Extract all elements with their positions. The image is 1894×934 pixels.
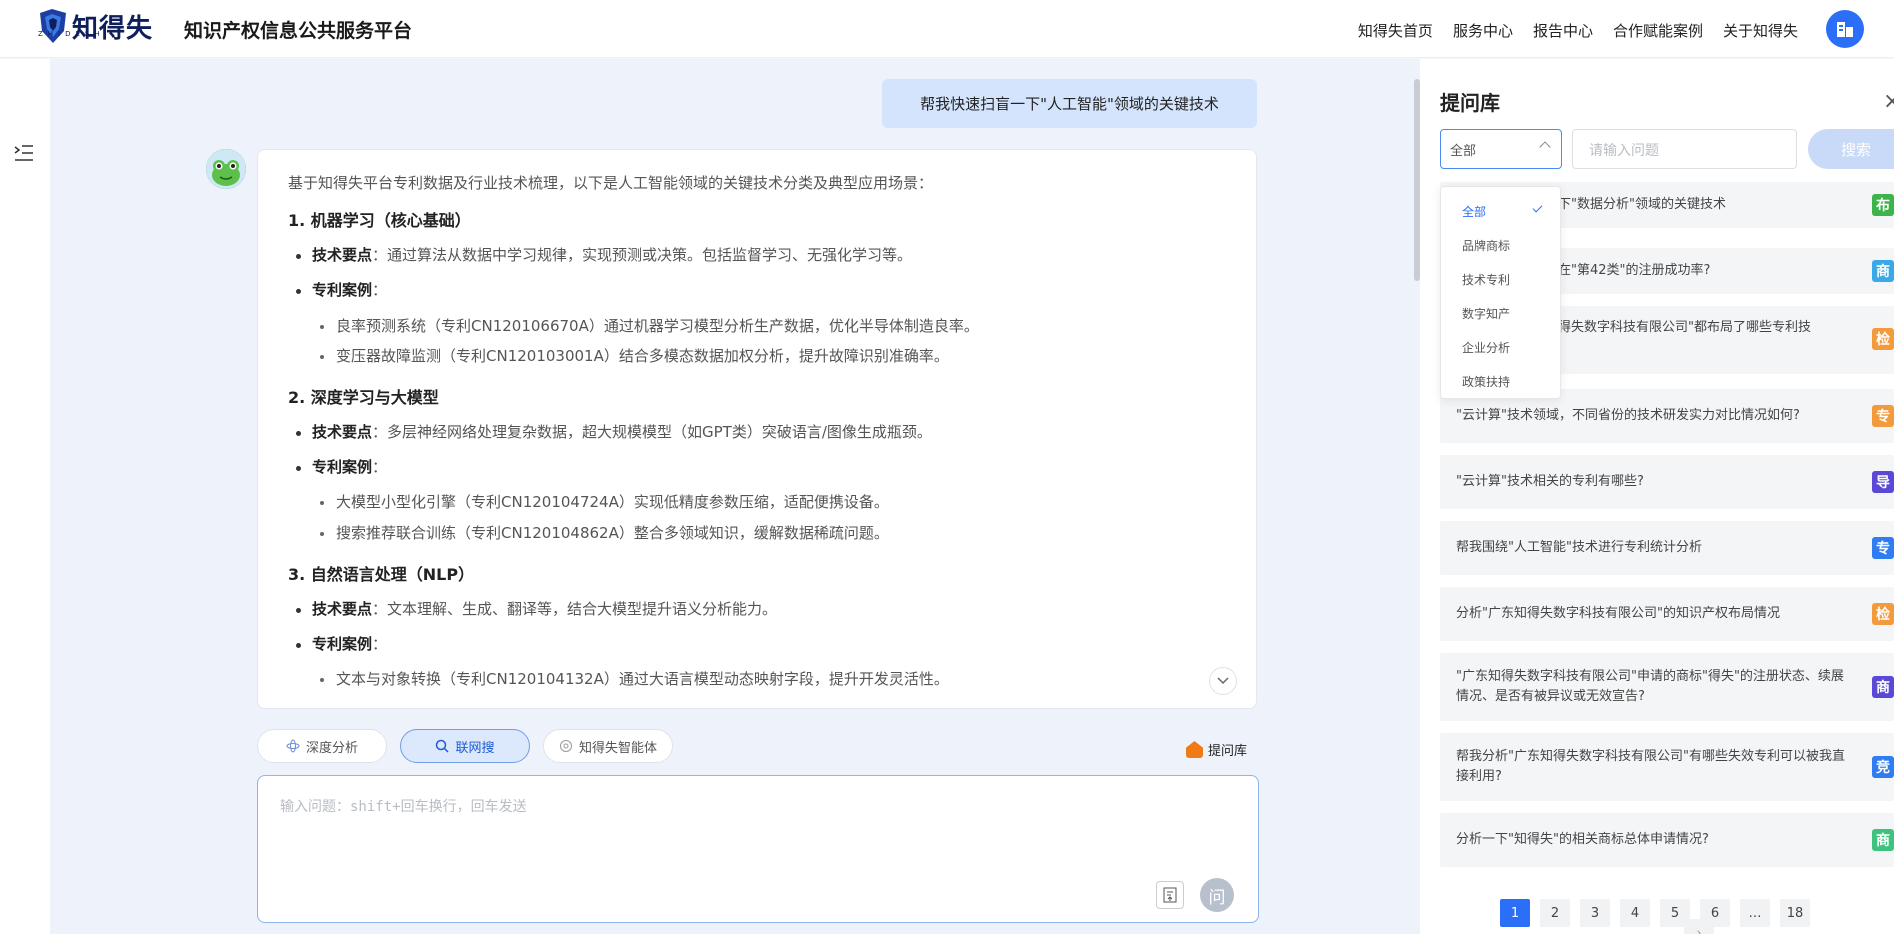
site-logo[interactable]: 知得失 [38, 8, 153, 45]
agent-icon [559, 740, 572, 752]
chevron-down-icon [1217, 677, 1229, 685]
nav-about[interactable]: 关于知得失 [1723, 20, 1798, 41]
chat-area: 帮我快速扫盲一下"人工智能"领域的关键技术 基于知得失平台专利数据及行业技术梳理… [50, 59, 1420, 934]
question-item[interactable]: 分析一下"知得失"的相关商标总体申请情况? 商 [1440, 813, 1894, 867]
category-tag: 商 [1872, 676, 1894, 698]
nav-cases[interactable]: 合作赋能案例 [1613, 20, 1703, 41]
page-button[interactable]: 1 [1500, 899, 1530, 927]
sidebar-toggle-icon[interactable] [14, 143, 34, 163]
next-page-button[interactable]: › [1684, 919, 1714, 934]
category-option[interactable]: 全部 [1441, 193, 1560, 227]
logo-text: 知得失 [72, 14, 154, 44]
category-tag: 竞 [1872, 756, 1894, 778]
panel-title: 提问库 [1440, 91, 1500, 115]
section-list: 技术要点：多层神经网络处理复杂数据，超大规模模型（如GPT类）突破语言/图像生成… [288, 421, 1226, 545]
bot-avatar [206, 149, 246, 189]
category-tag: 导 [1872, 471, 1894, 493]
web-search-button[interactable]: 联网搜 [400, 729, 530, 763]
tech-point: 技术要点：多层神经网络处理复杂数据，超大规模模型（如GPT类）突破语言/图像生成… [288, 421, 1226, 444]
category-select[interactable]: 全部 [1440, 129, 1562, 169]
category-tag: 商 [1872, 829, 1894, 851]
category-dropdown: 全部 品牌商标 技术专利 数字知产 企业分析 政策扶持 [1440, 186, 1561, 399]
site-title: 知识产权信息公共服务平台 [184, 20, 413, 42]
patent-case: 搜索推荐联合训练（专利CN120104862A）整合多领域知识，缓解数据稀疏问题… [288, 522, 1226, 545]
category-option[interactable]: 品牌商标 [1441, 227, 1560, 261]
patent-case: 变压器故障监测（专利CN120103001A）结合多模态数据加权分析，提升故障识… [288, 345, 1226, 368]
close-icon[interactable]: × [1883, 89, 1894, 114]
section-title: 1. 机器学习（核心基础） [288, 211, 471, 231]
send-button[interactable]: 问 [1200, 878, 1234, 912]
top-header: 知得失 ZHIDESHI 知识产权信息公共服务平台 知得失首页 服务中心 报告中… [0, 0, 1894, 58]
page-ellipsis[interactable]: … [1740, 899, 1770, 927]
nav-service-center[interactable]: 服务中心 [1453, 20, 1513, 41]
page-button[interactable]: 18 [1780, 899, 1810, 927]
agent-button[interactable]: 知得失智能体 [543, 729, 673, 763]
category-tag: 检 [1872, 603, 1894, 625]
patent-case: 良率预测系统（专利CN120106670A）通过机器学习模型分析生产数据，优化半… [288, 315, 1226, 338]
category-option[interactable]: 技术专利 [1441, 261, 1560, 295]
patent-case: 文本与对象转换（专利CN120104132A）通过大语言模型动态映射字段，提升开… [288, 668, 1226, 691]
patent-case-label: 专利案例： [288, 633, 1226, 656]
page-button[interactable]: 3 [1580, 899, 1610, 927]
category-tag: 专 [1872, 537, 1894, 559]
bot-answer: 基于知得失平台专利数据及行业技术梳理，以下是人工智能领域的关键技术分类及典型应用… [257, 149, 1257, 709]
category-tag: 布 [1872, 194, 1894, 216]
question-item[interactable]: "云计算"技术相关的专利有哪些? 导 [1440, 455, 1894, 509]
building-icon [1837, 22, 1853, 37]
category-tag: 商 [1872, 260, 1894, 282]
check-icon [1532, 202, 1543, 213]
deep-analysis-button[interactable]: 深度分析 [257, 729, 387, 763]
question-library-link[interactable]: 提问库 [1186, 740, 1247, 759]
main-nav: 知得失首页 服务中心 报告中心 合作赋能案例 关于知得失 [1358, 20, 1798, 41]
section-title: 2. 深度学习与大模型 [288, 388, 439, 408]
pagination: ‹ 1 2 3 4 5 6 … 18 › [1500, 899, 1810, 934]
logo-mark-icon [40, 8, 66, 43]
page-button[interactable]: 2 [1540, 899, 1570, 927]
question-library-icon [1186, 741, 1203, 758]
nav-report-center[interactable]: 报告中心 [1533, 20, 1593, 41]
patent-case-label: 专利案例： [288, 279, 1226, 302]
tech-point: 技术要点：文本理解、生成、翻译等，结合大模型提升语义分析能力。 [288, 598, 1226, 621]
logo-subtext: ZHIDESHI [38, 30, 112, 38]
tech-point: 技术要点：通过算法从数据中学习规律，实现预测或决策。包括监督学习、无强化学习等。 [288, 244, 1226, 267]
left-rail [0, 59, 50, 934]
question-library-panel: 提问库 × 全部 请输入问题 搜索 下"数据分析"领域的关键技术布 在"第42类… [1420, 59, 1894, 934]
patent-case: 大模型小型化引擎（专利CN120104724A）实现低精度参数压缩，适配便携设备… [288, 491, 1226, 514]
chat-input-placeholder: 输入问题：shift+回车换行，回车发送 [280, 799, 527, 815]
patent-case-label: 专利案例： [288, 456, 1226, 479]
nav-home[interactable]: 知得失首页 [1358, 20, 1433, 41]
category-tag: 检 [1872, 328, 1894, 350]
category-tag: 专 [1872, 405, 1894, 427]
web-search-icon [436, 739, 450, 753]
frog-mascot-icon [206, 149, 246, 189]
question-item[interactable]: 分析"广东知得失数字科技有限公司"的知识产权布局情况检 [1440, 587, 1894, 641]
scroll-to-bottom-button[interactable] [1209, 667, 1237, 695]
atom-icon [286, 739, 300, 753]
question-search-input[interactable]: 请输入问题 [1572, 129, 1797, 169]
page-button[interactable]: 4 [1620, 899, 1650, 927]
question-item[interactable]: 帮我分析"广东知得失数字科技有限公司"有哪些失效专利可以被我直接利用? 竞 [1440, 733, 1894, 801]
question-item[interactable]: "广东知得失数字科技有限公司"申请的商标"得失"的注册状态、续展情况、是否有被异… [1440, 653, 1894, 721]
user-avatar[interactable] [1826, 10, 1864, 48]
chat-input[interactable]: 输入问题：shift+回车换行，回车发送 问 [257, 775, 1259, 923]
question-item[interactable]: 帮我围绕"人工智能"技术进行专利统计分析专 [1440, 521, 1894, 575]
user-message: 帮我快速扫盲一下"人工智能"领域的关键技术 [882, 79, 1257, 128]
category-option[interactable]: 企业分析 [1441, 329, 1560, 363]
section-list: 技术要点：文本理解、生成、翻译等，结合大模型提升语义分析能力。 专利案例： 文本… [288, 598, 1226, 692]
category-option[interactable]: 数字知产 [1441, 295, 1560, 329]
section-list: 技术要点：通过算法从数据中学习规律，实现预测或决策。包括监督学习、无强化学习等。… [288, 244, 1226, 368]
attach-button[interactable] [1156, 881, 1184, 909]
section-title: 3. 自然语言处理（NLP） [288, 564, 475, 584]
search-button[interactable]: 搜索 [1808, 129, 1894, 169]
upload-doc-icon [1163, 887, 1177, 903]
category-option[interactable]: 政策扶持 [1441, 363, 1560, 397]
answer-intro: 基于知得失平台专利数据及行业技术梳理，以下是人工智能领域的关键技术分类及典型应用… [288, 174, 934, 192]
chevron-up-icon [1539, 141, 1551, 153]
